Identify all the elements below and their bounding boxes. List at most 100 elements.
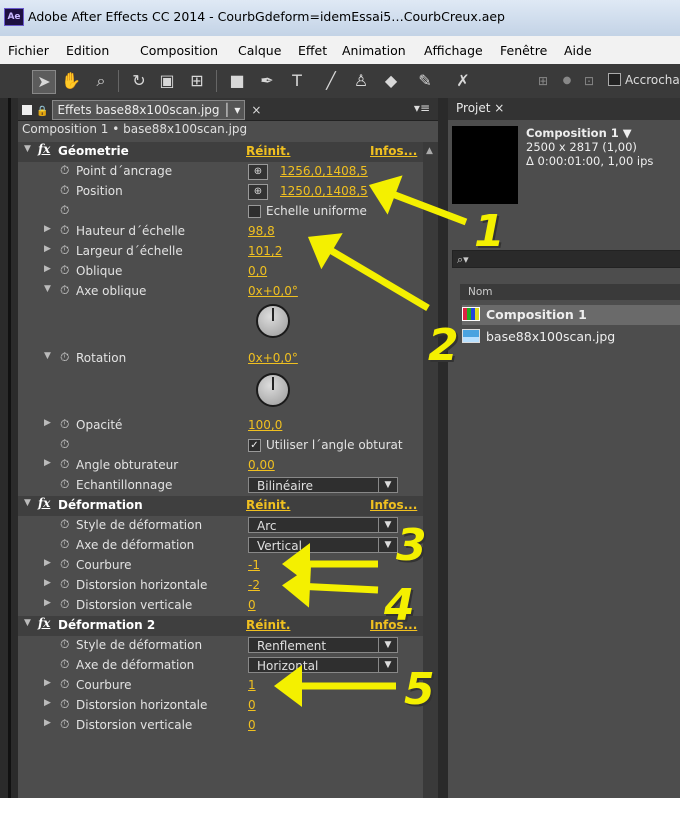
position-value[interactable]: 1250,0,1408,5 bbox=[280, 184, 368, 198]
expand-triangle-icon[interactable]: ▶ bbox=[44, 678, 51, 688]
warp-axis-dropdown[interactable]: Horizontal ▼ bbox=[248, 657, 398, 673]
tab-project[interactable]: Projet × bbox=[456, 101, 504, 115]
stopwatch-icon[interactable]: ⏱ bbox=[60, 477, 69, 492]
opacity-value[interactable]: 100,0 bbox=[248, 418, 282, 432]
expand-triangle-icon[interactable]: ▶ bbox=[44, 224, 51, 234]
hand-tool-icon[interactable]: ✋ bbox=[60, 70, 82, 92]
expand-triangle-icon[interactable]: ▼ bbox=[44, 284, 51, 294]
stopwatch-icon[interactable]: ⏱ bbox=[60, 283, 69, 298]
reset-link[interactable]: Réinit. bbox=[246, 498, 290, 512]
expand-triangle-icon[interactable]: ▶ bbox=[44, 578, 51, 588]
snap-checkbox[interactable] bbox=[608, 73, 621, 86]
tab-effect-controls[interactable]: 🔒 Effets base88x100scan.jpg │ ▾ × bbox=[22, 100, 261, 121]
expand-triangle-icon[interactable]: ▶ bbox=[44, 418, 51, 428]
skew-axis-dial[interactable] bbox=[256, 304, 290, 338]
composition-title[interactable]: Composition 1 ▼ bbox=[526, 126, 653, 140]
close-tab-icon[interactable]: × bbox=[251, 103, 261, 117]
stopwatch-icon[interactable]: ⏱ bbox=[60, 717, 69, 732]
pen-tool-icon[interactable]: ✒ bbox=[256, 70, 278, 92]
scale-height-value[interactable]: 98,8 bbox=[248, 224, 275, 238]
brush-tool-icon[interactable]: ╱ bbox=[320, 70, 342, 92]
camera-tool-icon[interactable]: ▣ bbox=[156, 70, 178, 92]
bend-value[interactable]: -1 bbox=[248, 558, 260, 572]
crosshair-icon[interactable]: ⊕ bbox=[248, 184, 268, 200]
expand-triangle-icon[interactable]: ▶ bbox=[44, 698, 51, 708]
fx-icon[interactable]: fx bbox=[38, 496, 50, 510]
rectangle-tool-icon[interactable]: ■ bbox=[226, 70, 248, 92]
menu-affichage[interactable]: Affichage bbox=[424, 43, 483, 58]
expand-triangle-icon[interactable]: ▶ bbox=[44, 264, 51, 274]
horizontal-distortion-value[interactable]: 0 bbox=[248, 698, 256, 712]
expand-triangle-icon[interactable]: ▶ bbox=[44, 458, 51, 468]
rotate-tool-icon[interactable]: ↻ bbox=[128, 70, 150, 92]
expand-triangle-icon[interactable]: ▼ bbox=[24, 144, 31, 154]
pan-behind-tool-icon[interactable]: ⊞ bbox=[186, 70, 208, 92]
reset-link[interactable]: Réinit. bbox=[246, 618, 290, 632]
expand-triangle-icon[interactable]: ▶ bbox=[44, 598, 51, 608]
clone-stamp-tool-icon[interactable]: ♙ bbox=[350, 70, 372, 92]
stopwatch-icon[interactable]: ⏱ bbox=[60, 537, 69, 552]
crosshair-icon[interactable]: ⊕ bbox=[248, 164, 268, 180]
stopwatch-icon[interactable]: ⏱ bbox=[60, 517, 69, 532]
layer-select[interactable]: Effets base88x100scan.jpg │ ▾ bbox=[52, 100, 246, 120]
menu-animation[interactable]: Animation bbox=[342, 43, 406, 58]
stopwatch-icon[interactable]: ⏱ bbox=[60, 677, 69, 692]
rotation-dial[interactable] bbox=[256, 373, 290, 407]
expand-triangle-icon[interactable]: ▼ bbox=[24, 618, 31, 628]
stopwatch-icon[interactable]: ⏱ bbox=[60, 697, 69, 712]
stopwatch-icon[interactable]: ⏱ bbox=[60, 457, 69, 472]
list-item[interactable]: base88x100scan.jpg bbox=[462, 327, 680, 347]
sampling-dropdown[interactable]: Bilinéaire ▼ bbox=[248, 477, 398, 493]
skew-axis-value[interactable]: 0x+0,0° bbox=[248, 284, 298, 298]
menu-effet[interactable]: Effet bbox=[298, 43, 327, 58]
stopwatch-icon[interactable]: ⏱ bbox=[60, 163, 69, 178]
menu-edition[interactable]: Edition bbox=[66, 43, 109, 58]
puppet-pin-tool-icon[interactable]: ✗ bbox=[452, 70, 474, 92]
menu-fenetre[interactable]: Fenêtre bbox=[500, 43, 547, 58]
stopwatch-icon[interactable]: ⏱ bbox=[60, 657, 69, 672]
stopwatch-icon[interactable]: ⏱ bbox=[60, 597, 69, 612]
shutter-angle-value[interactable]: 0,00 bbox=[248, 458, 275, 472]
warp-axis-dropdown[interactable]: Vertical ▼ bbox=[248, 537, 398, 553]
zoom-tool-icon[interactable]: ⌕ bbox=[90, 70, 112, 92]
stopwatch-icon[interactable]: ⏱ bbox=[60, 557, 69, 572]
panel-menu-icon[interactable]: ▾≡ bbox=[414, 101, 430, 115]
skew-value[interactable]: 0,0 bbox=[248, 264, 267, 278]
fx-icon[interactable]: fx bbox=[38, 616, 50, 630]
stopwatch-icon[interactable]: ⏱ bbox=[60, 417, 69, 432]
eraser-tool-icon[interactable]: ◆ bbox=[380, 70, 402, 92]
text-tool-icon[interactable]: T bbox=[286, 70, 308, 92]
roto-brush-tool-icon[interactable]: ✎ bbox=[414, 70, 436, 92]
effect-geometrie-header[interactable]: ▼ fx Géometrie Réinit. Infos... bbox=[18, 142, 423, 162]
effect-deformation-header[interactable]: ▼ fx Déformation Réinit. Infos... bbox=[18, 496, 423, 516]
list-item[interactable]: Composition 1 bbox=[462, 305, 680, 325]
horizontal-distortion-value[interactable]: -2 bbox=[248, 578, 260, 592]
uniform-scale-checkbox[interactable] bbox=[248, 205, 261, 218]
expand-triangle-icon[interactable]: ▼ bbox=[24, 498, 31, 508]
stopwatch-icon[interactable]: ⏱ bbox=[60, 223, 69, 238]
view-axis-icon[interactable]: ⊡ bbox=[578, 70, 600, 92]
stopwatch-icon[interactable]: ⏱ bbox=[60, 637, 69, 652]
use-shutter-checkbox[interactable]: ✓ bbox=[248, 439, 261, 452]
rotation-value[interactable]: 0x+0,0° bbox=[248, 351, 298, 365]
menu-composition[interactable]: Composition bbox=[140, 43, 218, 58]
scroll-up-icon[interactable]: ▲ bbox=[426, 146, 433, 156]
stopwatch-icon[interactable]: ⏱ bbox=[60, 577, 69, 592]
column-header-name[interactable]: Nom bbox=[460, 284, 680, 300]
close-tab-icon[interactable]: × bbox=[494, 101, 504, 115]
menu-fichier[interactable]: Fichier bbox=[8, 43, 49, 58]
menu-aide[interactable]: Aide bbox=[564, 43, 592, 58]
stopwatch-icon[interactable]: ⏱ bbox=[60, 350, 69, 365]
expand-triangle-icon[interactable]: ▶ bbox=[44, 718, 51, 728]
fx-icon[interactable]: fx bbox=[38, 142, 50, 156]
scale-width-value[interactable]: 101,2 bbox=[248, 244, 282, 258]
bend-value[interactable]: 1 bbox=[248, 678, 256, 692]
stopwatch-icon[interactable]: ⏱ bbox=[60, 437, 69, 452]
lock-icon[interactable]: 🔒 bbox=[36, 103, 48, 121]
stopwatch-icon[interactable]: ⏱ bbox=[60, 203, 69, 218]
expand-triangle-icon[interactable]: ▶ bbox=[44, 244, 51, 254]
expand-triangle-icon[interactable]: ▼ bbox=[44, 351, 51, 361]
vertical-distortion-value[interactable]: 0 bbox=[248, 718, 256, 732]
anchor-value[interactable]: 1256,0,1408,5 bbox=[280, 164, 368, 178]
stopwatch-icon[interactable]: ⏱ bbox=[60, 243, 69, 258]
